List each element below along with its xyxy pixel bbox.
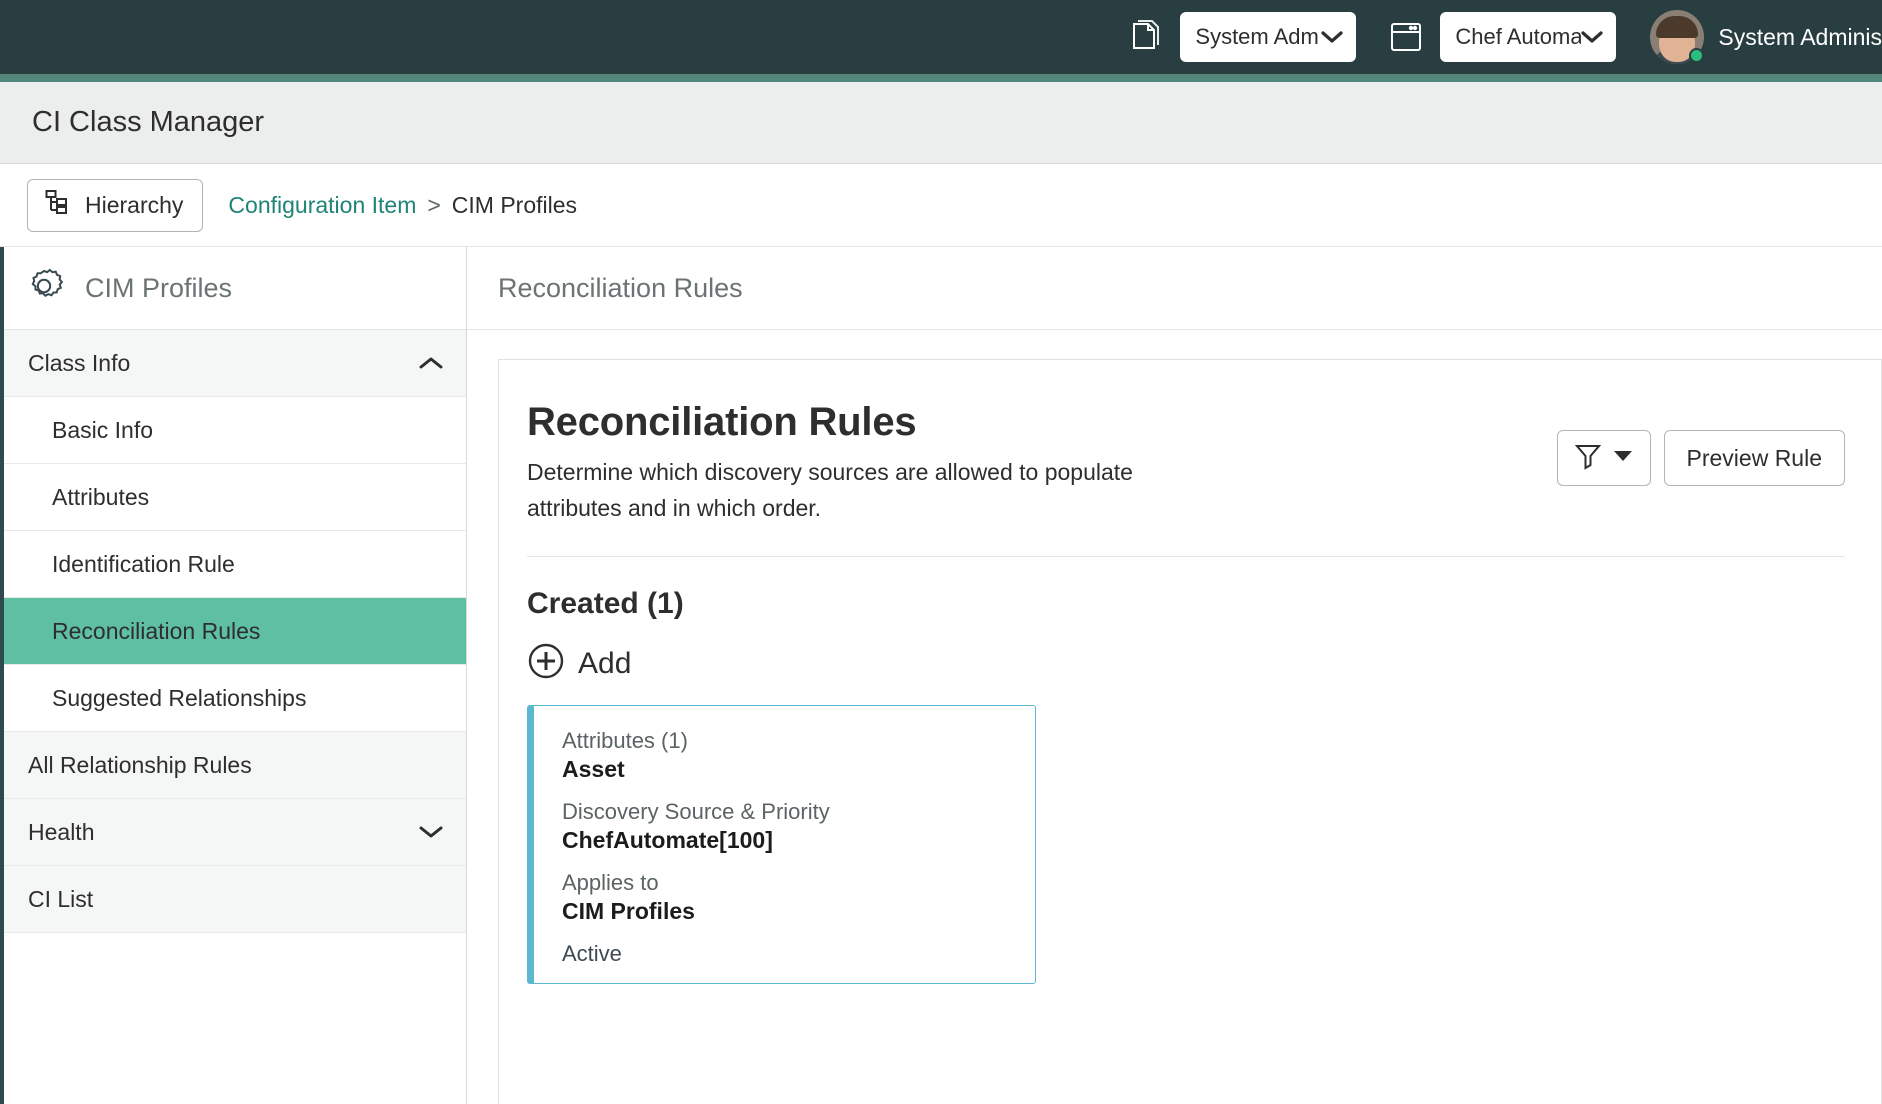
panel-actions: Preview Rule bbox=[1557, 430, 1846, 486]
add-button[interactable]: Add bbox=[527, 642, 631, 685]
sidebar-item-label: CI List bbox=[28, 886, 93, 913]
rule-attributes-label: Attributes (1) bbox=[562, 728, 1035, 754]
header-accent-strip bbox=[0, 74, 1882, 82]
panel-wrapper: Reconciliation Rules Determine which dis… bbox=[467, 330, 1882, 1104]
page-title: CI Class Manager bbox=[32, 106, 264, 139]
sidebar-item-basic-info[interactable]: Basic Info bbox=[4, 397, 466, 464]
panel-heading-block: Reconciliation Rules Determine which dis… bbox=[527, 400, 1207, 526]
content-header: Reconciliation Rules bbox=[467, 247, 1882, 330]
sidebar-item-ci-list[interactable]: CI List bbox=[4, 866, 466, 933]
sidebar-item-label: Health bbox=[28, 819, 94, 846]
breadcrumb-current: CIM Profiles bbox=[452, 192, 577, 219]
online-indicator bbox=[1689, 48, 1704, 63]
rule-applies-value: CIM Profiles bbox=[562, 898, 1035, 925]
status-badge: Active bbox=[562, 941, 1035, 967]
breadcrumb-root-link[interactable]: Configuration Item bbox=[228, 192, 416, 219]
sidebar-item-attributes[interactable]: Attributes bbox=[4, 464, 466, 531]
avatar[interactable] bbox=[1650, 10, 1704, 64]
plus-circle-icon bbox=[527, 642, 565, 685]
gear-icon bbox=[22, 264, 66, 313]
sidebar-item-suggested-relationships[interactable]: Suggested Relationships bbox=[4, 665, 466, 732]
sidebar-item-class-info[interactable]: Class Info bbox=[4, 330, 466, 397]
rule-source-field: Discovery Source & Priority ChefAutomate… bbox=[562, 799, 1035, 854]
sidebar-item-label: Attributes bbox=[52, 484, 149, 511]
rule-attributes-value: Asset bbox=[562, 756, 1035, 783]
user-name: System Adminis bbox=[1718, 24, 1882, 51]
scope-select-value: Chef Automa bbox=[1455, 24, 1581, 50]
hierarchy-tree-icon bbox=[45, 189, 72, 222]
rule-attributes-field: Attributes (1) Asset bbox=[562, 728, 1035, 783]
panel-top: Reconciliation Rules Determine which dis… bbox=[527, 400, 1845, 526]
reconciliation-rules-panel: Reconciliation Rules Determine which dis… bbox=[498, 359, 1882, 1104]
rule-source-label: Discovery Source & Priority bbox=[562, 799, 1035, 825]
sidebar-header: CIM Profiles bbox=[4, 247, 466, 330]
chevron-down-icon bbox=[1321, 24, 1343, 50]
role-select[interactable]: System Adm bbox=[1180, 12, 1356, 62]
hierarchy-button-label: Hierarchy bbox=[85, 192, 183, 219]
page-root: System Adm Chef Automa bbox=[0, 0, 1882, 1104]
caret-down-icon bbox=[1613, 449, 1633, 468]
panel-title: Reconciliation Rules bbox=[527, 400, 1207, 445]
rule-source-value: ChefAutomate[100] bbox=[562, 827, 1035, 854]
preview-rule-button[interactable]: Preview Rule bbox=[1664, 430, 1846, 486]
sidebar-title: CIM Profiles bbox=[85, 273, 232, 304]
breadcrumb-separator: > bbox=[427, 192, 440, 219]
sidebar-item-label: Identification Rule bbox=[52, 551, 235, 578]
filter-funnel-icon bbox=[1575, 442, 1601, 475]
hierarchy-button[interactable]: Hierarchy bbox=[27, 179, 203, 232]
rule-card[interactable]: Attributes (1) Asset Discovery Source & … bbox=[527, 705, 1036, 984]
sidebar-item-all-relationship-rules[interactable]: All Relationship Rules bbox=[4, 732, 466, 799]
global-header: System Adm Chef Automa bbox=[0, 0, 1882, 74]
add-button-label: Add bbox=[578, 647, 631, 681]
app-title-bar: CI Class Manager bbox=[0, 82, 1882, 164]
sidebar-item-label: Class Info bbox=[28, 350, 130, 377]
filter-button[interactable] bbox=[1557, 430, 1651, 486]
rule-applies-field: Applies to CIM Profiles bbox=[562, 870, 1035, 925]
sidebar-item-reconciliation-rules[interactable]: Reconciliation Rules bbox=[4, 598, 466, 665]
panel-description: Determine which discovery sources are al… bbox=[527, 455, 1207, 526]
role-select-value: System Adm bbox=[1195, 24, 1321, 50]
header-controls: System Adm Chef Automa bbox=[1124, 10, 1882, 64]
sidebar: CIM Profiles Class Info Basic Info Attri… bbox=[0, 247, 467, 1104]
main-content: Reconciliation Rules Reconciliation Rule… bbox=[467, 247, 1882, 1104]
sidebar-item-label: Reconciliation Rules bbox=[52, 618, 260, 645]
sidebar-item-label: All Relationship Rules bbox=[28, 752, 252, 779]
copy-pages-icon[interactable] bbox=[1124, 15, 1168, 59]
rule-applies-label: Applies to bbox=[562, 870, 1035, 896]
browser-window-icon[interactable] bbox=[1384, 15, 1428, 59]
scope-select[interactable]: Chef Automa bbox=[1440, 12, 1616, 62]
chevron-down-icon bbox=[418, 819, 444, 845]
panel-divider bbox=[527, 556, 1845, 557]
sidebar-item-label: Suggested Relationships bbox=[52, 685, 306, 712]
breadcrumb-bar: Hierarchy Configuration Item > CIM Profi… bbox=[0, 164, 1882, 247]
created-section-title: Created (1) bbox=[527, 587, 1845, 621]
sidebar-item-label: Basic Info bbox=[52, 417, 153, 444]
breadcrumb: Configuration Item > CIM Profiles bbox=[228, 192, 577, 219]
content-header-title: Reconciliation Rules bbox=[498, 273, 743, 304]
chevron-down-icon bbox=[1581, 24, 1603, 50]
sidebar-item-identification-rule[interactable]: Identification Rule bbox=[4, 531, 466, 598]
sidebar-item-health[interactable]: Health bbox=[4, 799, 466, 866]
chevron-up-icon bbox=[418, 350, 444, 376]
